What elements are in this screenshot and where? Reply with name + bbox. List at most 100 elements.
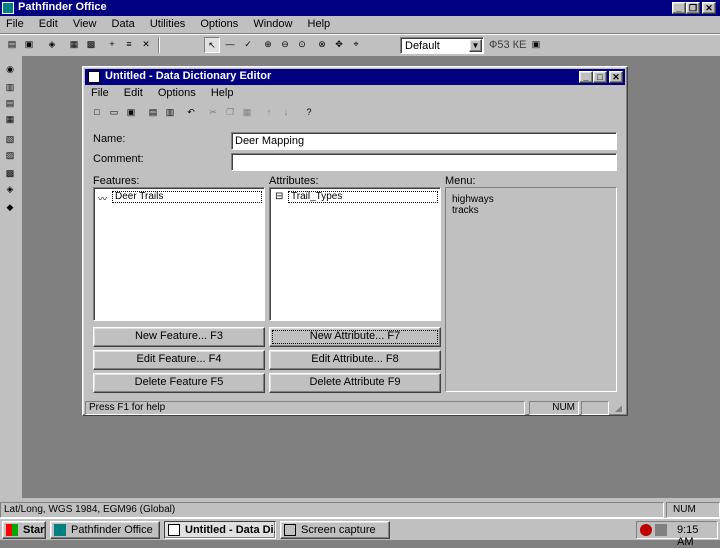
menu-utilities[interactable]: Utilities (150, 18, 185, 30)
open-project-icon[interactable]: ▤ (4, 37, 20, 53)
data-dictionary-editor-window: Untitled - Data Dictionary Editor _ □ ✕ … (82, 66, 628, 416)
dialog-minimize-button[interactable]: _ (579, 71, 593, 83)
print-preview-icon[interactable]: ▥ (162, 105, 178, 121)
copy-icon[interactable]: ❐ (222, 105, 238, 121)
menu-options[interactable]: Options (200, 18, 238, 30)
new-file-icon[interactable]: □ (89, 105, 105, 121)
dialog-num-indicator: NUM (552, 402, 575, 413)
dialog-menu-bar: File Edit Options Help (91, 87, 245, 99)
app-toolbar: ▤ ▣ ◈ ▦ ▩ + ≡ ✕ ↖ — ✓ ⊕ ⊖ ⊙ ⊗ ✥ ⌖ Defaul… (4, 37, 720, 55)
left-tool-4-icon[interactable]: ▦ (2, 112, 18, 128)
zoom-in-icon[interactable]: ⊕ (260, 37, 276, 53)
edit-attribute-button[interactable]: Edit Attribute... F8 (269, 350, 441, 370)
delete-attribute-button[interactable]: Delete Attribute F9 (269, 373, 441, 393)
menu-item[interactable]: highways (452, 194, 494, 205)
dialog-empty-pane (581, 401, 609, 415)
menu-view[interactable]: View (73, 18, 97, 30)
zoom-out-icon[interactable]: ⊖ (277, 37, 293, 53)
left-tool-2-icon[interactable]: ▥ (2, 80, 18, 96)
minimize-button[interactable]: _ (672, 2, 686, 14)
tray-app-icon[interactable] (640, 524, 652, 536)
measure-icon[interactable]: ⌖ (348, 37, 364, 53)
resize-grip-icon[interactable]: ◢ (615, 403, 622, 414)
left-tool-1-icon[interactable]: ◉ (2, 62, 18, 78)
restore-button[interactable]: ❐ (686, 2, 700, 14)
menu-window[interactable]: Window (253, 18, 292, 30)
dictionary-icon[interactable] (88, 71, 100, 83)
features-list[interactable]: 〰 Deer Trails (93, 187, 265, 321)
dialog-menu-edit[interactable]: Edit (124, 87, 143, 99)
close-button[interactable]: ✕ (702, 2, 716, 14)
import-icon[interactable]: ▩ (83, 37, 99, 53)
left-tool-8-icon[interactable]: ◈ (2, 182, 18, 198)
dialog-status-text-pane: Press F1 for help (85, 401, 525, 415)
menu-item[interactable]: tracks (452, 205, 479, 216)
save-icon[interactable]: ▣ (21, 37, 37, 53)
dialog-menu-help[interactable]: Help (211, 87, 234, 99)
feature-item[interactable]: Deer Trails (112, 191, 262, 203)
app-logo-icon[interactable] (2, 2, 14, 14)
left-tool-9-icon[interactable]: ◆ (2, 200, 18, 216)
dialog-title-bar[interactable]: Untitled - Data Dictionary Editor _ □ ✕ (85, 69, 625, 85)
dialog-close-button[interactable]: ✕ (609, 71, 623, 83)
cut-icon[interactable]: ✂ (205, 105, 221, 121)
comment-label: Comment: (93, 153, 144, 165)
dialog-num-pane: NUM (529, 401, 579, 415)
left-tool-7-icon[interactable]: ▩ (2, 166, 18, 182)
app-status-bar: Lat/Long, WGS 1984, EGM96 (Global) NUM (0, 502, 720, 518)
system-tray: 9:15 AM (636, 521, 718, 548)
zoom-extent-icon[interactable]: ⊙ (294, 37, 310, 53)
check-icon[interactable]: ✓ (240, 37, 256, 53)
menu-file[interactable]: File (6, 18, 24, 30)
print-icon[interactable]: ▤ (145, 105, 161, 121)
comment-input[interactable] (231, 153, 617, 171)
name-input[interactable]: Deer Mapping (231, 132, 617, 150)
app-title-bar[interactable]: Pathfinder Office _ ❐ ✕ (0, 0, 720, 16)
plus-icon[interactable]: + (104, 37, 120, 53)
new-feature-button[interactable]: New Feature... F3 (93, 327, 265, 347)
data-icon[interactable]: ▦ (66, 37, 82, 53)
start-label: Start (23, 524, 46, 536)
app-menu-bar: File Edit View Data Utilities Options Wi… (6, 18, 342, 32)
new-attribute-button[interactable]: New Attribute... F7 (269, 327, 441, 347)
open-folder-icon[interactable]: ▭ (106, 105, 122, 121)
task-screen-capture[interactable]: Screen capture (280, 521, 390, 539)
left-tool-3-icon[interactable]: ▤ (2, 96, 18, 112)
coordinate-system-combo[interactable]: Default ▼ (400, 37, 484, 54)
select-arrow-icon[interactable]: ↖ (204, 37, 220, 53)
help-icon[interactable]: ? (301, 105, 317, 121)
map-icon[interactable]: ◈ (44, 37, 60, 53)
menu-edit[interactable]: Edit (39, 18, 58, 30)
dialog-maximize-button[interactable]: □ (593, 71, 607, 83)
attributes-list[interactable]: ⊟ Trail_Types (269, 187, 441, 321)
tray-volume-icon[interactable] (655, 524, 667, 536)
cross-icon[interactable]: ✕ (138, 37, 154, 53)
undo-icon[interactable]: ↶ (183, 105, 199, 121)
save-icon[interactable]: ▣ (123, 105, 139, 121)
paste-icon[interactable]: ▦ (239, 105, 255, 121)
zoom-previous-icon[interactable]: ⊗ (314, 37, 330, 53)
attribute-item[interactable]: Trail_Types (288, 191, 438, 203)
left-tool-6-icon[interactable]: ▨ (2, 148, 18, 164)
dialog-menu-file[interactable]: File (91, 87, 109, 99)
edit-feature-button[interactable]: Edit Feature... F4 (93, 350, 265, 370)
menu-help[interactable]: Help (308, 18, 331, 30)
dialog-menu-options[interactable]: Options (158, 87, 196, 99)
move-up-icon[interactable]: ↑ (261, 105, 277, 121)
left-tool-5-icon[interactable]: ▧ (2, 132, 18, 148)
menu-data[interactable]: Data (112, 18, 135, 30)
coordinate-label: Ф53 КЕ (489, 39, 527, 51)
pan-icon[interactable]: ✥ (331, 37, 347, 53)
delete-feature-button[interactable]: Delete Feature F5 (93, 373, 265, 393)
clock[interactable]: 9:15 AM (677, 524, 717, 548)
chevron-down-icon[interactable]: ▼ (469, 39, 482, 52)
task-data-dictionary[interactable]: Untitled - Data Di... (164, 521, 276, 539)
tools-icon[interactable]: ≡ (121, 37, 137, 53)
pathfinder-office-window: Pathfinder Office _ ❐ ✕ File Edit View D… (0, 0, 720, 548)
properties-icon[interactable]: ▣ (528, 37, 544, 53)
move-down-icon[interactable]: ↓ (278, 105, 294, 121)
start-button[interactable]: Start (2, 521, 46, 539)
line-tool-icon[interactable]: — (222, 37, 238, 53)
dialog-status-text: Press F1 for help (89, 402, 166, 413)
task-pathfinder-office[interactable]: Pathfinder Office (50, 521, 160, 539)
